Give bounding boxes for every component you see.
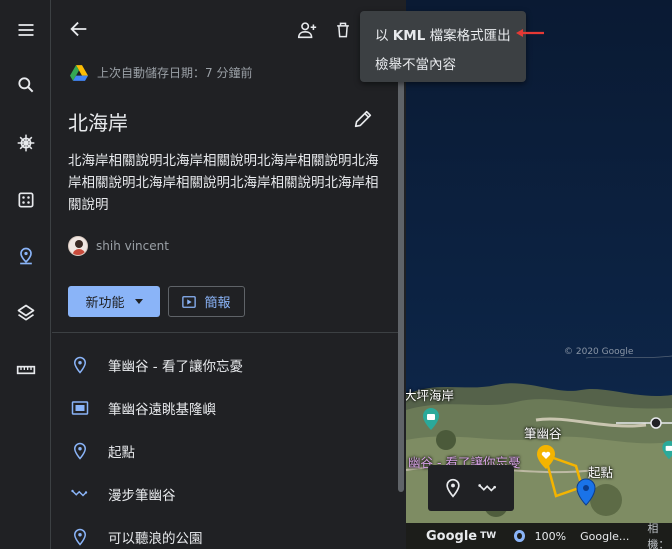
voyager-helm-icon[interactable] xyxy=(8,125,44,161)
left-rail xyxy=(0,0,51,549)
new-feature-button[interactable]: 新功能 xyxy=(68,286,160,317)
google-logo: Google xyxy=(426,528,478,544)
imagery-copyright: © 2020 Google xyxy=(564,347,634,357)
autosave-status: 上次自動儲存日期：7 分鐘前 xyxy=(70,64,252,81)
panel-header xyxy=(52,0,406,60)
divider xyxy=(52,332,398,333)
loading-ring-icon xyxy=(514,530,525,542)
path-icon xyxy=(52,485,108,503)
panel-scrollbar[interactable] xyxy=(398,76,404,492)
project-title: 北海岸 xyxy=(68,111,128,135)
feature-item[interactable]: 筆幽谷 - 看了讓你忘憂 xyxy=(52,345,398,385)
map-label: 大坪海岸 xyxy=(406,388,455,403)
map-label: 筆幽谷 xyxy=(524,426,562,441)
present-button[interactable]: 簡報 xyxy=(168,286,245,317)
feature-label: 起點 xyxy=(108,445,135,461)
play-slide-icon xyxy=(182,295,197,308)
map-tools xyxy=(428,465,514,511)
project-panel: 上次自動儲存日期：7 分鐘前 北海岸 北海岸相關說明北海岸相關說明北海岸相關說明… xyxy=(52,0,406,549)
feature-item[interactable]: 可以聽浪的公園 xyxy=(52,517,398,549)
dropdown-caret-icon xyxy=(134,299,143,304)
placemark-icon xyxy=(52,442,108,460)
export-kml-label: KML xyxy=(392,28,426,44)
new-feature-label: 新功能 xyxy=(85,296,125,311)
camera-readout: 相機： xyxy=(647,522,670,549)
present-label: 簡報 xyxy=(204,296,231,311)
project-description: 北海岸相關說明北海岸相關說明北海岸相關說明北海岸相關說明北海岸相關說明北海岸相關… xyxy=(68,153,379,213)
more-options-menu: 以 KML 檔案格式匯出 檢舉不當內容 xyxy=(360,11,526,82)
menu-icon[interactable] xyxy=(8,12,44,48)
fullscreen-slide-icon xyxy=(52,399,108,417)
author-name: shih vincent xyxy=(96,239,169,253)
dice-icon[interactable] xyxy=(8,182,44,218)
heart-placemark-icon[interactable] xyxy=(536,444,556,470)
back-arrow-icon[interactable] xyxy=(65,15,93,43)
start-placemark-icon[interactable] xyxy=(576,478,596,506)
report-label: 檢舉不當內容 xyxy=(375,57,456,73)
add-placemark-icon[interactable] xyxy=(441,476,465,500)
trash-icon[interactable] xyxy=(329,16,357,44)
autosave-text: 上次自動儲存日期：7 分鐘前 xyxy=(97,66,253,80)
search-icon[interactable] xyxy=(8,67,44,103)
author-row: shih vincent xyxy=(68,236,169,256)
projects-icon[interactable] xyxy=(8,238,44,274)
feature-item[interactable]: 起點 xyxy=(52,431,398,471)
camera-poi-icon[interactable] xyxy=(421,407,441,431)
draw-path-icon[interactable] xyxy=(476,476,500,500)
feature-item[interactable]: 漫步筆幽谷 xyxy=(52,474,398,514)
feature-label: 筆幽谷遠眺基隆嶼 xyxy=(108,402,216,418)
feature-label: 可以聽浪的公園 xyxy=(108,531,203,547)
export-suffix: 檔案格式匯出 xyxy=(429,28,511,44)
camera-poi-icon[interactable] xyxy=(660,440,672,460)
edit-pencil-icon[interactable] xyxy=(352,108,376,132)
data-attribution[interactable]: Google... xyxy=(580,530,629,543)
google-drive-icon xyxy=(70,64,88,81)
export-kml-menu-item[interactable]: 以 KML 檔案格式匯出 xyxy=(375,24,511,44)
report-abuse-menu-item[interactable]: 檢舉不當內容 xyxy=(375,53,456,73)
zoom-slider[interactable] xyxy=(616,416,672,430)
region-label: TW xyxy=(480,531,497,541)
feature-label: 漫步筆幽谷 xyxy=(108,488,176,504)
placemark-icon xyxy=(52,356,108,374)
map-status-bar: Google TW 100% Google... 相機： xyxy=(406,522,672,549)
feature-item[interactable]: 筆幽谷遠眺基隆嶼 xyxy=(52,388,398,428)
export-prefix: 以 xyxy=(375,28,389,44)
share-person-add-icon[interactable] xyxy=(293,16,321,44)
avatar xyxy=(68,236,88,256)
zoom-percent: 100% xyxy=(534,529,567,543)
feature-label: 筆幽谷 - 看了讓你忘憂 xyxy=(108,359,243,375)
ruler-icon[interactable] xyxy=(8,352,44,388)
red-pointer-arrow-icon xyxy=(516,29,544,37)
placemark-icon xyxy=(52,528,108,546)
layers-icon[interactable] xyxy=(8,295,44,331)
